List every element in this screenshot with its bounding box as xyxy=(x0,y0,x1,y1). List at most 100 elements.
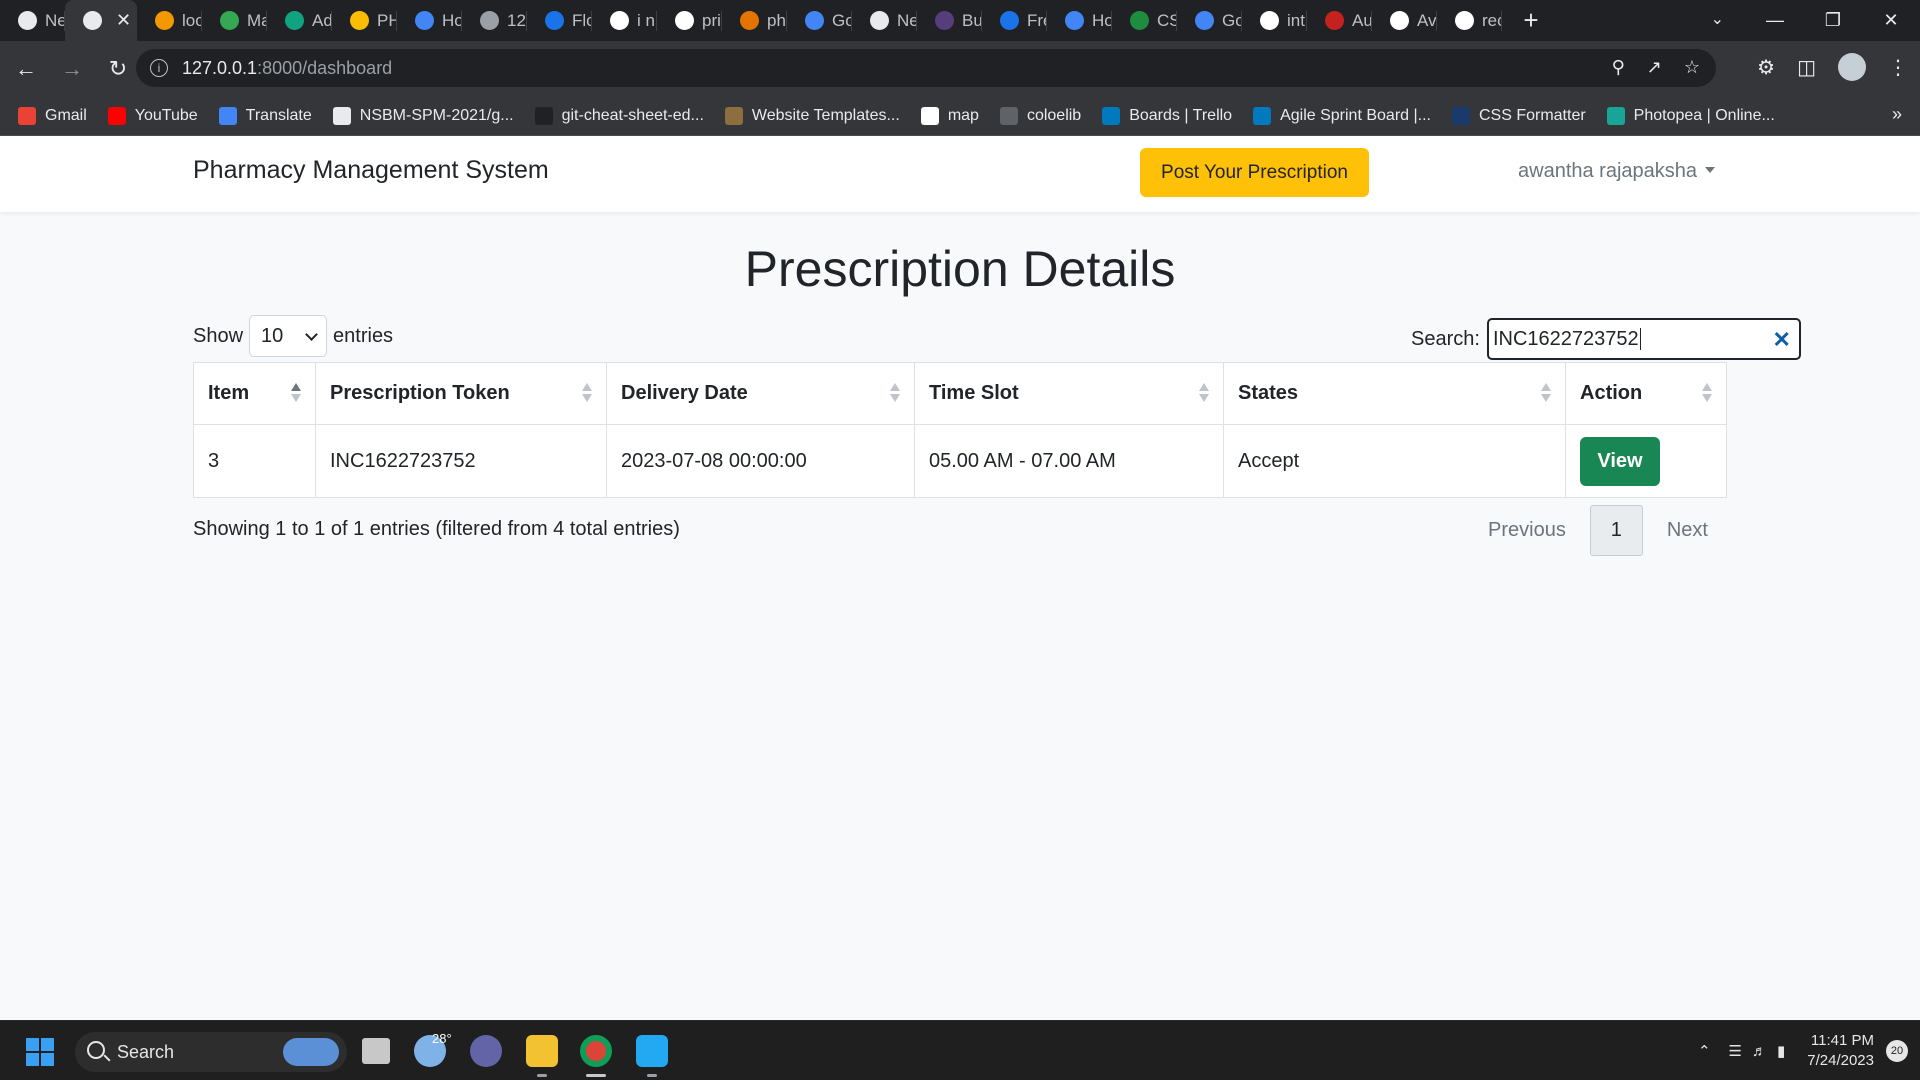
reload-icon[interactable]: ↻ xyxy=(98,56,138,82)
browser-tab[interactable]: pri xyxy=(657,0,722,41)
site-info-icon[interactable]: i xyxy=(150,59,168,77)
bookmark-star-icon[interactable]: ☆ xyxy=(1684,57,1700,78)
bookmark-item[interactable]: NSBM-SPM-2021/g... xyxy=(332,106,514,125)
cell-state: Accept xyxy=(1223,424,1566,498)
column-header-item[interactable]: Item xyxy=(193,362,316,425)
close-window-icon[interactable]: ✕ xyxy=(1862,10,1920,31)
post-prescription-button[interactable]: Post Your Prescription xyxy=(1140,148,1369,197)
browser-tab[interactable]: Flo xyxy=(527,0,592,41)
tab-favicon-icon xyxy=(155,11,174,30)
chevron-down-icon xyxy=(305,327,318,341)
tab-search-icon[interactable]: ⌄ xyxy=(1711,9,1724,29)
bookmark-item[interactable]: Website Templates... xyxy=(724,106,900,125)
column-header-delivery-date[interactable]: Delivery Date xyxy=(606,362,915,425)
bookmark-favicon-icon xyxy=(534,106,553,125)
bookmark-item[interactable]: coloelib xyxy=(999,106,1081,125)
browser-tab[interactable]: int xyxy=(1242,0,1307,41)
browser-tab[interactable]: Av xyxy=(1372,0,1437,41)
column-header-action[interactable]: Action xyxy=(1565,362,1727,425)
more-bookmarks-icon[interactable]: » xyxy=(1892,104,1902,125)
table-search: Search: INC1622723752 ✕ xyxy=(1411,318,1801,360)
chevron-up-icon[interactable]: ⌃ xyxy=(1698,1042,1711,1060)
volume-icon[interactable]: ♬ xyxy=(1752,1043,1767,1060)
clock[interactable]: 11:41 PM 7/24/2023 xyxy=(1807,1031,1874,1071)
vscode-icon[interactable] xyxy=(636,1035,668,1067)
column-header-token[interactable]: Prescription Token xyxy=(315,362,607,425)
column-header-time-slot[interactable]: Time Slot xyxy=(914,362,1224,425)
taskbar-search[interactable]: Search xyxy=(75,1032,347,1072)
profile-avatar[interactable] xyxy=(1838,53,1866,81)
sort-icon xyxy=(1541,383,1551,405)
bookmark-item[interactable]: Translate xyxy=(218,106,312,125)
browser-tab[interactable]: Au xyxy=(1307,0,1372,41)
bookmark-item[interactable]: Boards | Trello xyxy=(1102,106,1232,125)
next-page-button[interactable]: Next xyxy=(1651,505,1724,556)
notification-badge[interactable]: 20 xyxy=(1886,1040,1908,1062)
browser-tab[interactable]: Ho xyxy=(397,0,462,41)
browser-tab[interactable]: Ma xyxy=(202,0,267,41)
zoom-icon[interactable]: ⚲ xyxy=(1612,57,1625,78)
browser-tab[interactable]: Bu xyxy=(917,0,982,41)
battery-icon[interactable]: ▮ xyxy=(1777,1042,1785,1060)
share-icon[interactable]: ↗ xyxy=(1647,57,1662,78)
minimize-icon[interactable]: — xyxy=(1746,10,1804,31)
table-header-row: Item Prescription Token Delivery Date Ti… xyxy=(193,362,1727,425)
page-1-button[interactable]: 1 xyxy=(1589,505,1643,556)
browser-tab[interactable]: ph xyxy=(722,0,787,41)
chrome-icon[interactable] xyxy=(580,1035,612,1067)
column-header-states[interactable]: States xyxy=(1223,362,1566,425)
brand-link[interactable]: Pharmacy Management System xyxy=(193,156,549,185)
wifi-icon[interactable]: ☰ xyxy=(1729,1042,1742,1060)
tab-title: PH xyxy=(377,10,397,30)
bookmark-item[interactable]: Photopea | Online... xyxy=(1606,106,1775,125)
bookmark-favicon-icon xyxy=(724,106,743,125)
browser-tab[interactable]: CS xyxy=(1112,0,1177,41)
previous-page-button[interactable]: Previous xyxy=(1472,505,1582,556)
bookmark-favicon-icon xyxy=(920,106,939,125)
browser-tab[interactable]: Ne xyxy=(852,0,917,41)
browser-tab[interactable]: i n xyxy=(592,0,657,41)
tab-title: pri xyxy=(702,10,721,30)
menu-icon[interactable]: ⋮ xyxy=(1888,55,1908,80)
extensions-icon[interactable]: ⚙ xyxy=(1757,55,1775,80)
close-tab-icon[interactable]: ✕ xyxy=(116,10,131,31)
browser-tab[interactable]: rec xyxy=(1437,0,1502,41)
search-input[interactable]: INC1622723752 ✕ xyxy=(1486,318,1801,360)
entries-select[interactable]: 10 xyxy=(249,315,328,357)
browser-tab[interactable]: Fre xyxy=(982,0,1047,41)
user-dropdown[interactable]: awantha rajapaksha xyxy=(1518,160,1716,183)
task-view-icon[interactable] xyxy=(362,1038,390,1064)
browser-tab[interactable]: Ad xyxy=(267,0,332,41)
bookmark-item[interactable]: Agile Sprint Board |... xyxy=(1253,106,1431,125)
view-button[interactable]: View xyxy=(1580,436,1660,486)
teams-chat-icon[interactable] xyxy=(470,1035,502,1067)
back-icon[interactable]: ← xyxy=(6,56,46,82)
tab-favicon-icon xyxy=(1325,11,1344,30)
bookmark-item[interactable]: map xyxy=(920,106,979,125)
tab-favicon-icon xyxy=(545,11,564,30)
bookmark-item[interactable]: CSS Formatter xyxy=(1451,106,1586,125)
browser-tab[interactable]: Ho xyxy=(1047,0,1112,41)
sort-icon xyxy=(1702,383,1712,405)
browser-tab[interactable]: PH xyxy=(332,0,397,41)
bookmark-favicon-icon xyxy=(18,106,36,125)
clear-search-icon[interactable]: ✕ xyxy=(1773,327,1791,353)
windows-start-icon[interactable] xyxy=(26,1038,54,1066)
file-explorer-icon[interactable] xyxy=(526,1035,558,1067)
bookmark-item[interactable]: Gmail xyxy=(18,106,87,125)
new-tab-icon[interactable]: + xyxy=(1516,5,1546,36)
forward-icon[interactable]: → xyxy=(52,56,92,82)
address-bar[interactable]: i 127.0.0.1:8000/dashboard ⚲ ↗ ☆ xyxy=(136,49,1716,87)
browser-tab[interactable]: Ne xyxy=(0,0,65,41)
bookmark-item[interactable]: YouTube xyxy=(107,106,198,125)
bookmark-item[interactable]: git-cheat-sheet-ed... xyxy=(534,106,704,125)
page-title: Prescription Details xyxy=(744,241,1176,297)
browser-tab[interactable]: Go xyxy=(787,0,852,41)
restore-icon[interactable]: ❐ xyxy=(1804,10,1862,31)
browser-tab[interactable]: Go xyxy=(1177,0,1242,41)
browser-tab[interactable]: ✕ xyxy=(65,0,137,41)
tab-favicon-icon xyxy=(610,11,629,30)
side-panel-icon[interactable]: ◫ xyxy=(1797,55,1816,80)
browser-tab[interactable]: loc xyxy=(137,0,202,41)
browser-tab[interactable]: 12 xyxy=(462,0,527,41)
